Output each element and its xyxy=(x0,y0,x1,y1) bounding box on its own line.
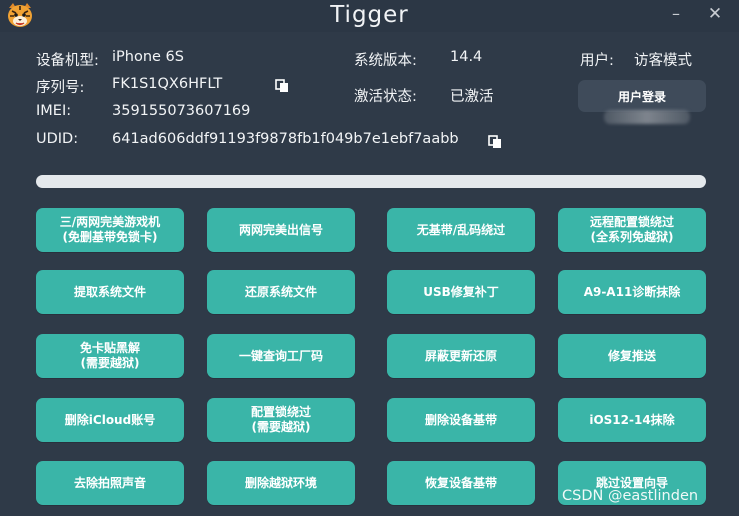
activation-value: 已激活 xyxy=(450,89,494,105)
usb-patch-button[interactable]: USB修复补丁 xyxy=(387,270,535,314)
fix-push-button[interactable]: 修复推送 xyxy=(558,334,706,378)
delete-icloud-button[interactable]: 删除iCloud账号 xyxy=(36,398,184,442)
copy-serial-icon[interactable] xyxy=(275,79,289,93)
activation-label: 激活状态: xyxy=(354,89,417,105)
serial-label: 序列号: xyxy=(36,80,85,96)
game-unlock-button[interactable]: 三/两网完美游戏机 (免删基带免锁卡) xyxy=(36,208,184,252)
remove-jailbreak-button[interactable]: 删除越狱环境 xyxy=(207,461,355,505)
udid-label: UDID: xyxy=(36,131,79,147)
copy-udid-icon[interactable] xyxy=(488,135,502,149)
restore-system-files-button[interactable]: 还原系统文件 xyxy=(207,270,355,314)
remote-mdm-bypass-button[interactable]: 远程配置锁绕过 (全系列免越狱) xyxy=(558,208,706,252)
serial-value: FK1S1QX6HFLT xyxy=(112,76,223,92)
ios-erase-button[interactable]: iOS12-14抹除 xyxy=(558,398,706,442)
version-value: 14.4 xyxy=(450,49,483,65)
app-title: Tigger xyxy=(330,2,409,28)
mdm-bypass-button[interactable]: 配置锁绕过 (需要越狱) xyxy=(207,398,355,442)
mute-camera-button[interactable]: 去除拍照声音 xyxy=(36,461,184,505)
model-label: 设备机型: xyxy=(36,53,99,69)
factory-code-query-button[interactable]: 一键查询工厂码 xyxy=(207,334,355,378)
minimize-button[interactable]: – xyxy=(664,3,688,25)
signal-fix-button[interactable]: 两网完美出信号 xyxy=(207,208,355,252)
imei-value: 359155073607169 xyxy=(112,103,251,119)
restore-baseband-button[interactable]: 恢复设备基带 xyxy=(387,461,535,505)
delete-baseband-button[interactable]: 删除设备基带 xyxy=(387,398,535,442)
user-label: 用户: xyxy=(580,53,614,69)
close-button[interactable]: ✕ xyxy=(703,3,727,25)
title-bar: Tigger – ✕ xyxy=(0,0,739,32)
block-update-restore-button[interactable]: 屏蔽更新还原 xyxy=(387,334,535,378)
model-value: iPhone 6S xyxy=(112,49,184,65)
redacted-area xyxy=(604,110,690,124)
user-mode-value: 访客模式 xyxy=(634,53,692,69)
version-label: 系统版本: xyxy=(354,53,417,69)
udid-value: 641ad606ddf91193f9878fb1f049b7e1ebf7aabb xyxy=(112,131,459,147)
sim-unlock-button[interactable]: 免卡贴黑解 (需要越狱) xyxy=(36,334,184,378)
diagnostic-erase-button[interactable]: A9-A11诊断抹除 xyxy=(558,270,706,314)
baseband-bypass-button[interactable]: 无基带/乱码绕过 xyxy=(387,208,535,252)
progress-bar xyxy=(36,175,706,188)
extract-system-files-button[interactable]: 提取系统文件 xyxy=(36,270,184,314)
user-login-button[interactable]: 用户登录 xyxy=(578,80,706,112)
watermark-text: CSDN @eastlinden xyxy=(562,488,699,504)
imei-label: IMEI: xyxy=(36,103,72,119)
